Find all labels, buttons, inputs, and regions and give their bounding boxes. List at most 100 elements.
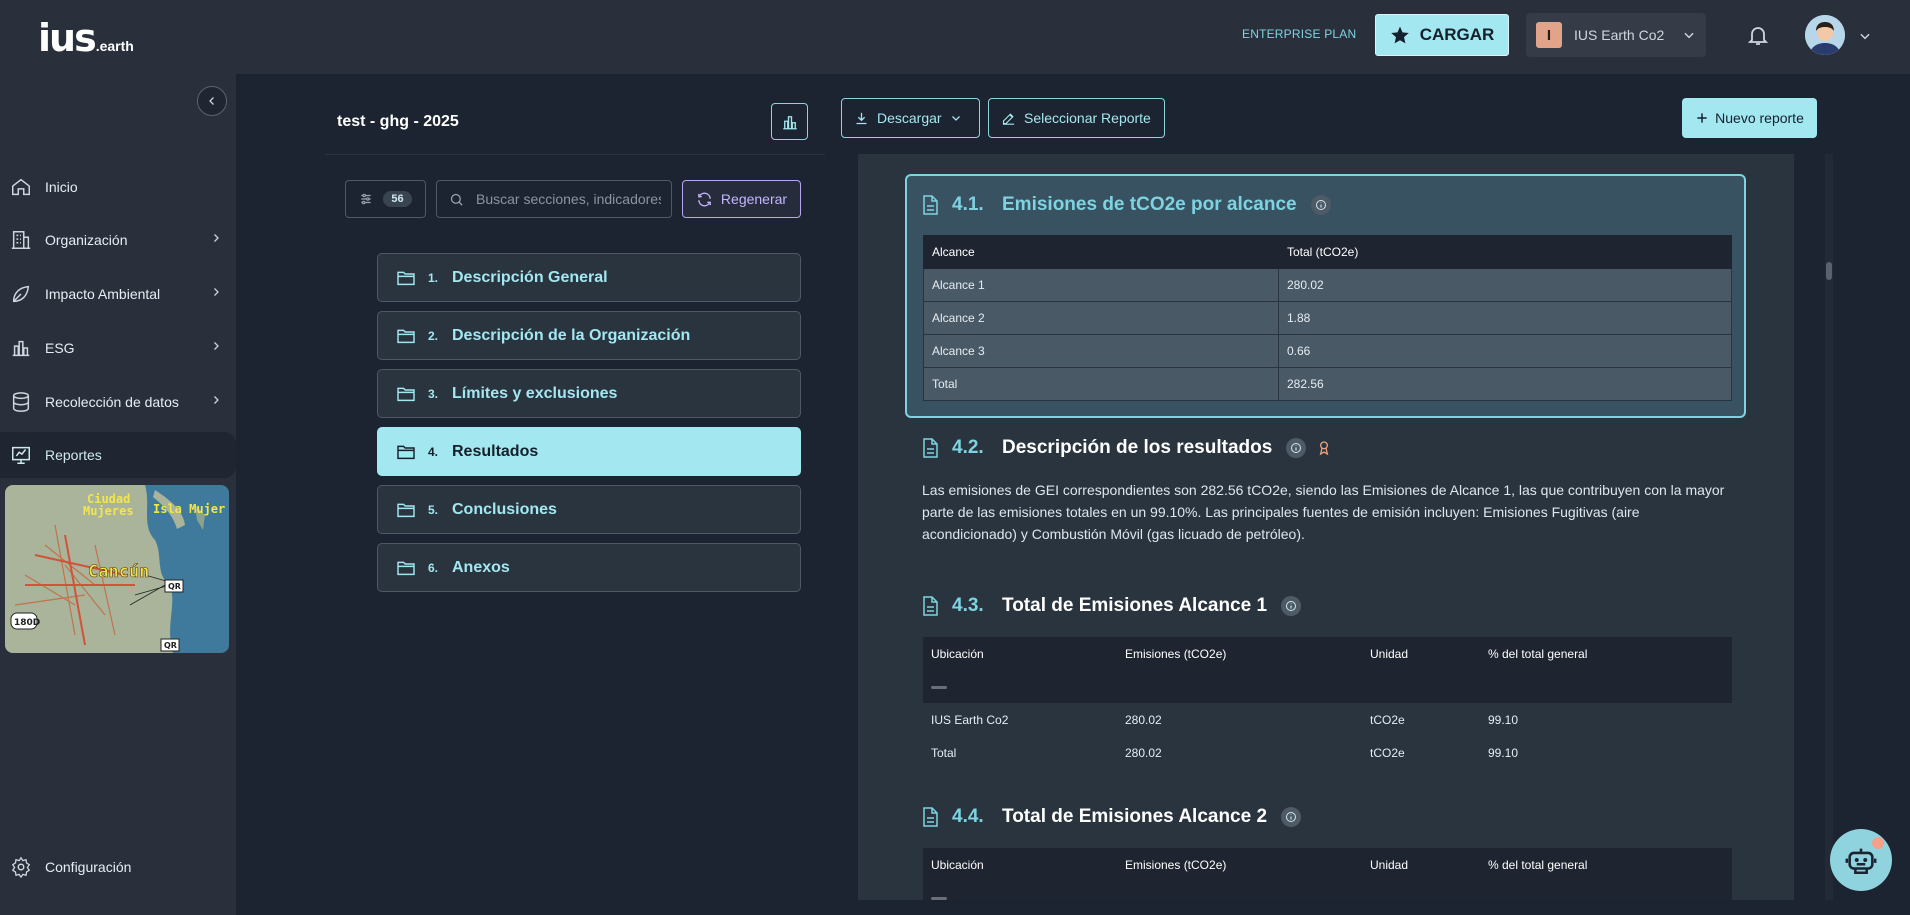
seleccionar-reporte-button[interactable]: Seleccionar Reporte — [988, 98, 1165, 138]
table-cell: 280.02 — [1117, 702, 1362, 736]
info-icon[interactable] — [1286, 438, 1307, 458]
leaf-icon — [12, 285, 30, 303]
results-description: Las emisiones de GEI correspondientes so… — [922, 482, 1725, 542]
nuevo-reporte-button[interactable]: Nuevo reporte — [1682, 98, 1817, 138]
section-label: Descripción General — [452, 268, 608, 286]
gear-icon — [11, 856, 31, 878]
table-row — [923, 670, 1732, 703]
table-cell: 280.02 — [1278, 268, 1732, 302]
table-cell: tCO2e — [1362, 735, 1480, 769]
table-4-1: Alcance Total (tCO2e) Alcance 1 280.02 Alc… — [923, 235, 1732, 401]
section-item-6[interactable]: 6. Anexos — [377, 543, 801, 592]
logo-sub: .earth — [95, 38, 134, 54]
organization-selector[interactable]: I IUS Earth Co2 — [1526, 13, 1706, 57]
table-4-4: Ubicación Emisiones (tCO2e) Unidad % del… — [923, 848, 1732, 900]
section-label: Descripción de la Organización — [452, 326, 691, 344]
table-cell: 99.10 — [1480, 735, 1732, 769]
collapse-sidebar-button[interactable] — [197, 86, 227, 116]
section-label: Resultados — [452, 442, 539, 460]
chatbot-button[interactable] — [1830, 829, 1892, 891]
report-title: test - ghg - 2025 — [337, 113, 459, 130]
table-header: Emisiones (tCO2e) — [1117, 637, 1362, 670]
ribbon-icon[interactable] — [1316, 439, 1332, 457]
chart-view-button[interactable] — [771, 103, 808, 140]
bell-icon[interactable] — [1746, 22, 1770, 48]
sliders-icon — [361, 193, 372, 205]
table-cell: Alcance 1 — [923, 268, 1279, 302]
org-badge: I — [1536, 22, 1562, 48]
star-icon — [1390, 26, 1409, 44]
chevron-right-icon — [214, 234, 219, 242]
seleccionar-label: Seleccionar Reporte — [1024, 110, 1151, 126]
section-label: Límites y exclusiones — [452, 384, 618, 402]
regenerar-label: Regenerar — [720, 191, 788, 207]
table-cell: Total — [923, 367, 1279, 401]
folder-icon — [397, 387, 415, 401]
cargar-button[interactable]: CARGAR — [1375, 14, 1509, 56]
divider — [325, 154, 825, 155]
filter-count-badge: 56 — [383, 191, 412, 207]
table-row: IUS Earth Co2 280.02 tCO2e 99.10 — [923, 702, 1732, 736]
section-label: Anexos — [452, 558, 510, 576]
sidebar-item-impacto-ambiental[interactable]: Impacto Ambiental — [0, 271, 236, 317]
cargar-label: CARGAR — [1419, 25, 1495, 44]
location-map[interactable]: Cancún Ciudad Mujeres Isla Mujer 180D QR… — [5, 485, 229, 653]
subsection-4-4-header: 4.4. Total de Emisiones Alcance 2 — [858, 802, 1794, 832]
chevron-down-icon[interactable] — [1858, 29, 1872, 43]
logo[interactable]: ius .earth — [38, 14, 134, 58]
subsection-4-3-header: 4.3. Total de Emisiones Alcance 1 — [858, 591, 1794, 621]
sidebar-item-reportes[interactable]: Reportes — [0, 432, 236, 478]
table-cell: 280.02 — [1117, 735, 1362, 769]
plan-label: ENTERPRISE PLAN — [1242, 27, 1357, 41]
filter-button[interactable]: 56 — [345, 180, 426, 218]
sidebar-item-organizacion[interactable]: Organización — [0, 217, 236, 263]
folder-icon — [397, 561, 415, 575]
robot-icon — [1845, 848, 1877, 875]
subsection-title: Total de Emisiones Alcance 2 — [1002, 806, 1268, 827]
table-header: Emisiones (tCO2e) — [1117, 848, 1362, 881]
sidebar-item-recoleccion[interactable]: Recolección de datos — [0, 379, 236, 425]
subsection-title: Total de Emisiones Alcance 1 — [1002, 595, 1268, 616]
bar-chart-icon — [12, 340, 30, 357]
section-item-2[interactable]: 2. Descripción de la Organización — [377, 311, 801, 360]
descargar-button[interactable]: Descargar — [841, 98, 980, 138]
sidebar-item-inicio[interactable]: Inicio — [0, 164, 236, 210]
info-icon[interactable] — [1281, 807, 1302, 827]
section-item-3[interactable]: 3. Límites y exclusiones — [377, 369, 801, 418]
subsection-4-2-header: 4.2. Descripción de los resultados — [858, 433, 1794, 463]
report-preview-panel[interactable]: 4.1. Emisiones de tCO2e por alcance Alca… — [858, 154, 1794, 900]
table-cell: tCO2e — [1362, 702, 1480, 736]
regenerar-button[interactable]: Regenerar — [682, 180, 801, 218]
edit-icon — [1002, 112, 1015, 125]
section-number: 5. — [428, 502, 439, 517]
top-bar: ius .earth ENTERPRISE PLAN CARGAR I IUS … — [0, 0, 1910, 74]
scrollbar-thumb[interactable] — [1826, 262, 1832, 280]
section-number: 1. — [428, 270, 439, 285]
table-cell: Alcance 3 — [923, 334, 1279, 368]
table-cell: Alcance 2 — [923, 301, 1279, 335]
table-row: Total 282.56 — [923, 367, 1732, 401]
search-input[interactable] — [476, 191, 661, 207]
subsection-number: 4.3. — [952, 595, 984, 616]
section-item-5[interactable]: 5. Conclusiones — [377, 485, 801, 534]
table-cell: Total — [923, 735, 1117, 769]
subsection-number: 4.1. — [952, 194, 984, 215]
section-item-1[interactable]: 1. Descripción General — [377, 253, 801, 302]
report-scrollbar[interactable] — [1825, 154, 1833, 900]
map-shield-qr: QR — [164, 641, 177, 650]
avatar[interactable] — [1805, 15, 1845, 55]
section-item-4[interactable]: 4. Resultados — [377, 427, 801, 476]
subsection-number: 4.2. — [952, 437, 984, 458]
section-number: 2. — [428, 328, 439, 343]
info-icon[interactable] — [1281, 596, 1302, 616]
chevron-right-icon — [214, 288, 219, 296]
sidebar-item-configuracion[interactable]: Configuración — [0, 844, 236, 890]
subsection-4-1-header: 4.1. Emisiones de tCO2e por alcance — [858, 190, 1794, 220]
bar-chart-icon — [782, 115, 797, 129]
sidebar-item-esg[interactable]: ESG — [0, 325, 236, 371]
document-icon — [923, 438, 938, 458]
search-icon — [450, 193, 463, 206]
table-row: Alcance 1 280.02 — [923, 268, 1732, 302]
plus-icon — [1697, 113, 1707, 123]
info-icon[interactable] — [1310, 195, 1331, 215]
